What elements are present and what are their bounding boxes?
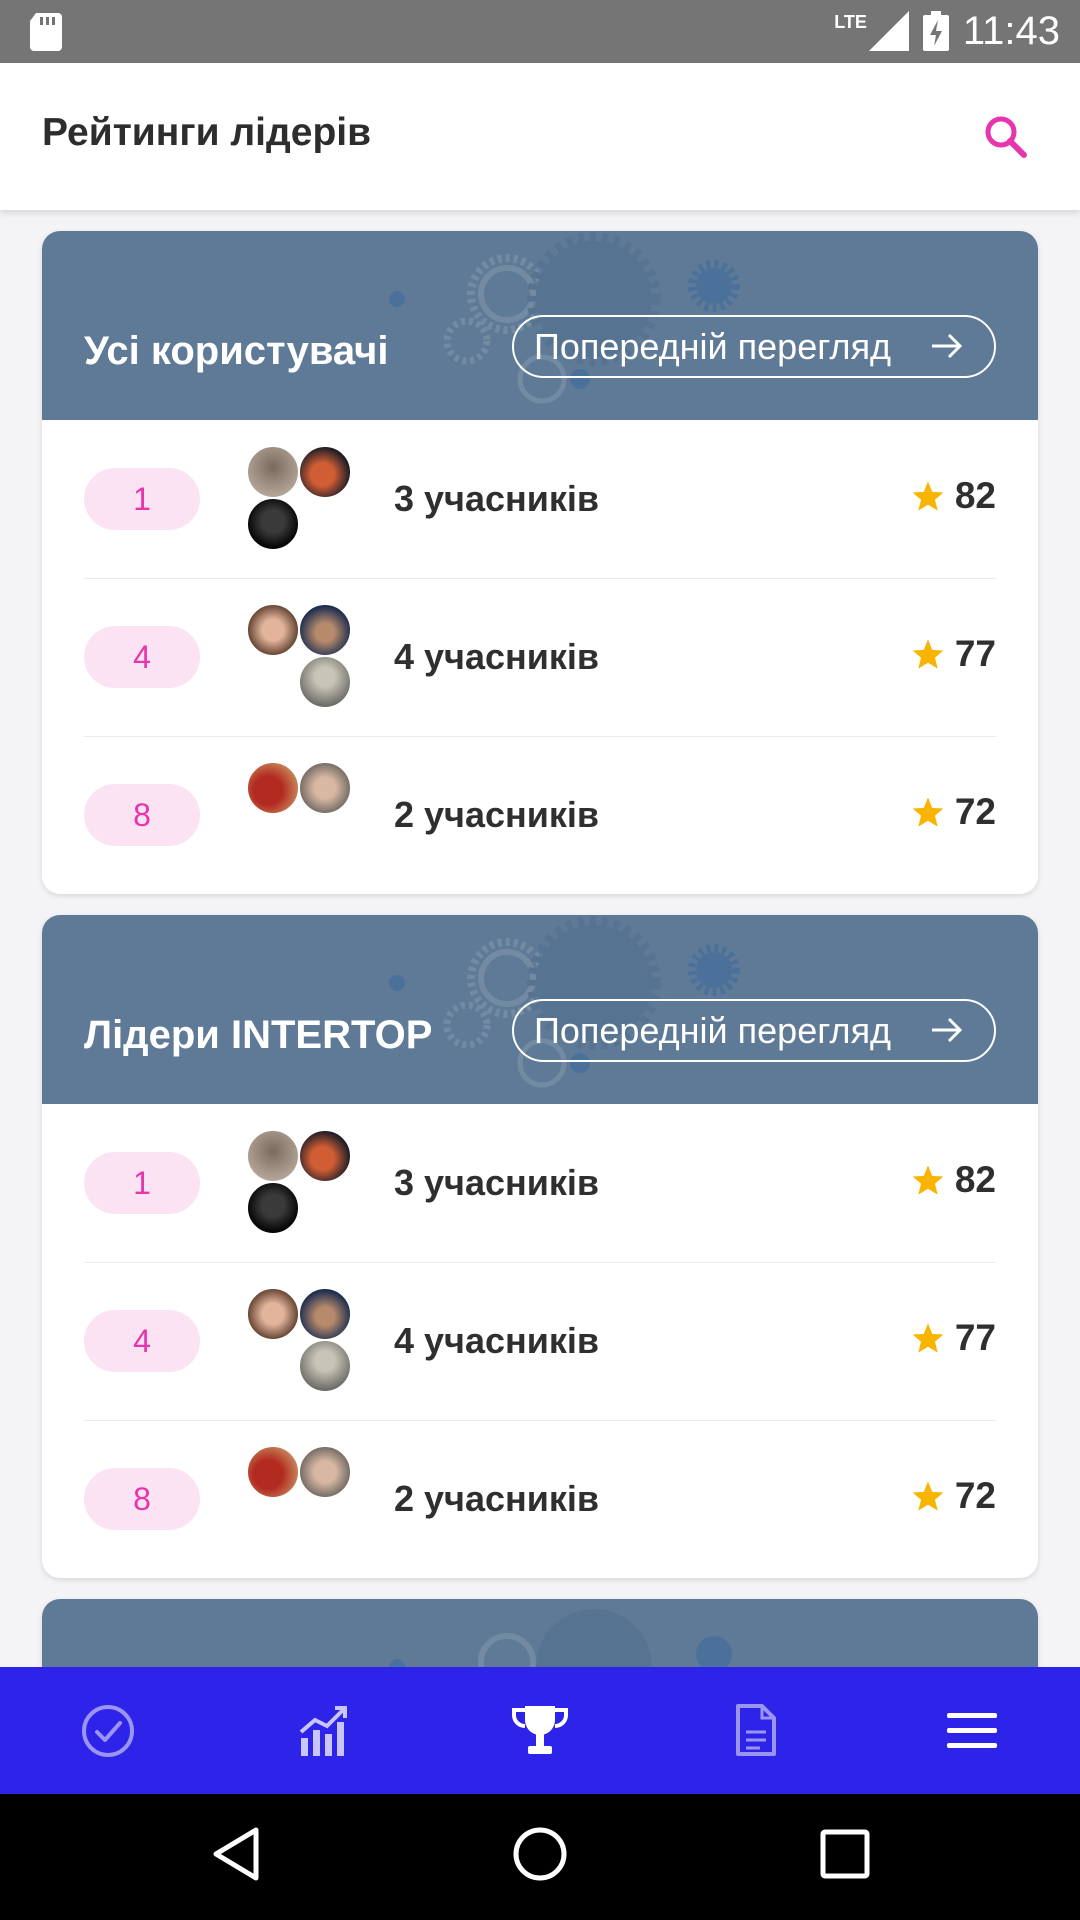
score: 82	[911, 475, 996, 517]
avatar	[246, 761, 300, 815]
avatar	[246, 603, 300, 657]
avatar	[246, 1129, 300, 1183]
clock: 11:43	[962, 8, 1060, 53]
leaderboard-row[interactable]: 4 4 учасників 77	[42, 1262, 1038, 1420]
document-icon	[736, 1703, 776, 1756]
preview-button[interactable]: Попередній перегляд	[512, 315, 996, 378]
score: 72	[911, 791, 996, 833]
arrow-right-icon	[932, 333, 963, 359]
nav-stats[interactable]	[284, 1691, 364, 1771]
leaderboard-row[interactable]: 4 4 учасників 77	[42, 578, 1038, 736]
menu-icon	[947, 1712, 997, 1748]
system-navigation-bar	[0, 1794, 1080, 1920]
card-title: Усі користувачі	[84, 329, 389, 373]
page-title: Рейтинги лідерів	[42, 111, 372, 154]
star-icon	[912, 1481, 944, 1511]
rank-badge: 1	[84, 1152, 200, 1214]
score-value: 77	[954, 1317, 996, 1358]
avatar	[298, 603, 352, 657]
trophy-icon	[512, 1705, 568, 1754]
avatar	[298, 445, 352, 499]
score: 77	[911, 633, 996, 675]
preview-button[interactable]: Попередній перегляд	[512, 999, 996, 1062]
members-count: 2 учасників	[394, 1478, 600, 1519]
network-type: LTE	[834, 12, 867, 32]
card-header: Лідери INTERTOP Попередній перегляд	[42, 915, 1038, 1104]
star-icon	[912, 797, 944, 827]
check-circle-icon	[82, 1704, 134, 1757]
score-value: 72	[954, 791, 996, 832]
score-value: 72	[954, 1475, 996, 1516]
rank-badge: 4	[84, 626, 200, 688]
nav-menu[interactable]	[932, 1691, 1012, 1771]
avatar	[298, 761, 352, 815]
sd-card-icon	[30, 13, 62, 51]
nav-tasks[interactable]	[68, 1691, 148, 1771]
avatar	[246, 1445, 300, 1499]
members-count: 3 учасників	[394, 478, 600, 519]
leaderboard-card	[42, 1599, 1038, 1667]
member-avatars	[246, 445, 354, 555]
rank-badge: 4	[84, 1310, 200, 1372]
growth-chart-icon	[299, 1705, 347, 1756]
arrow-right-icon	[932, 1017, 963, 1043]
members-count: 3 учасників	[394, 1162, 600, 1203]
avatar	[246, 497, 300, 551]
avatar	[298, 655, 352, 709]
home-icon[interactable]	[510, 1824, 570, 1884]
leaderboard-row[interactable]: 1 3 учасників 82	[42, 420, 1038, 578]
star-icon	[912, 1165, 944, 1195]
member-avatars	[246, 1445, 354, 1555]
star-icon	[912, 481, 944, 511]
card-header	[42, 1599, 1038, 1667]
avatar	[246, 1287, 300, 1341]
leaderboard-row[interactable]: 8 2 учасників 72	[42, 736, 1038, 894]
preview-button-label: Попередній перегляд	[534, 1009, 892, 1051]
recent-apps-icon[interactable]	[818, 1824, 872, 1884]
avatar	[246, 1181, 300, 1235]
avatar	[298, 1287, 352, 1341]
avatar	[298, 1129, 352, 1183]
members-count: 4 учасників	[394, 1320, 600, 1361]
battery-charging-icon	[922, 11, 949, 51]
nav-documents[interactable]	[716, 1691, 796, 1771]
members-count: 4 учасників	[394, 636, 600, 677]
star-icon	[912, 639, 944, 669]
member-avatars	[246, 603, 354, 713]
score: 82	[911, 1159, 996, 1201]
avatar	[246, 445, 300, 499]
score-value: 82	[954, 475, 996, 516]
avatar	[298, 1339, 352, 1393]
bottom-navigation	[0, 1667, 1080, 1794]
leaderboard-list[interactable]: Усі користувачі Попередній перегляд 1 3 …	[0, 210, 1080, 1667]
gears-decoration	[389, 1609, 732, 1667]
members-count: 2 учасників	[394, 794, 600, 835]
rank-badge: 1	[84, 468, 200, 530]
signal-icon	[868, 11, 909, 51]
app-bar: Рейтинги лідерів	[0, 63, 1080, 210]
score: 77	[911, 1317, 996, 1359]
score-value: 77	[954, 633, 996, 674]
leaderboard-row[interactable]: 1 3 учасників 82	[42, 1104, 1038, 1262]
search-icon[interactable]	[982, 113, 1028, 159]
leaderboard-card: Усі користувачі Попередній перегляд 1 3 …	[42, 231, 1038, 894]
leaderboard-row[interactable]: 8 2 учасників 72	[42, 1420, 1038, 1578]
avatar	[298, 1445, 352, 1499]
rank-badge: 8	[84, 784, 200, 846]
member-avatars	[246, 761, 354, 871]
star-icon	[912, 1323, 944, 1353]
score-value: 82	[954, 1159, 996, 1200]
member-avatars	[246, 1287, 354, 1397]
preview-button-label: Попередній перегляд	[534, 325, 892, 367]
status-bar: LTE 11:43	[0, 0, 1080, 63]
member-avatars	[246, 1129, 354, 1239]
back-icon[interactable]	[208, 1824, 264, 1884]
card-title: Лідери INTERTOP	[84, 1013, 433, 1057]
leaderboard-card: Лідери INTERTOP Попередній перегляд 1 3 …	[42, 915, 1038, 1578]
nav-leaderboard[interactable]	[500, 1691, 580, 1771]
rank-badge: 8	[84, 1468, 200, 1530]
card-header: Усі користувачі Попередній перегляд	[42, 231, 1038, 420]
score: 72	[911, 1475, 996, 1517]
